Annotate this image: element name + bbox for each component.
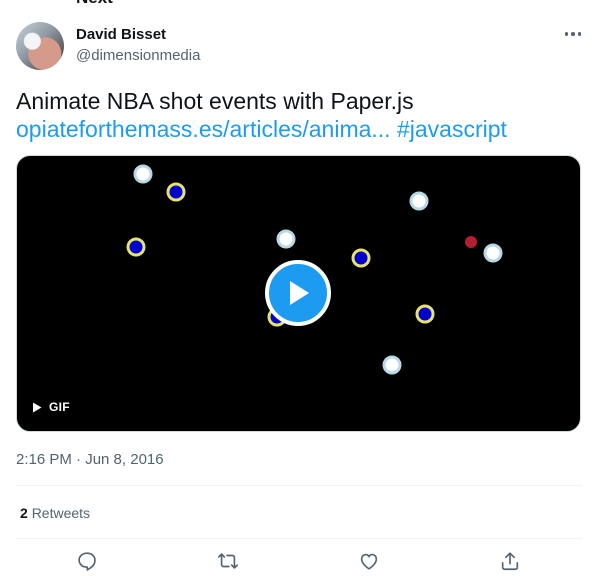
tweet-link[interactable]: opiateforthemass.es/articles/anima... <box>16 116 391 142</box>
retweets-stat[interactable]: 2 Retweets <box>20 505 90 521</box>
more-options-button[interactable] <box>560 24 586 44</box>
tweet-timestamp[interactable]: 2:16 PM · Jun 8, 2016 <box>16 451 164 468</box>
author-handle[interactable]: @dimensionmedia <box>76 47 200 64</box>
share-icon <box>501 552 519 571</box>
shot-marker-white <box>409 191 429 211</box>
shot-marker-blue <box>351 248 371 268</box>
shot-marker-blue <box>415 304 435 324</box>
shot-marker-white <box>382 355 402 375</box>
play-small-icon <box>33 402 42 412</box>
reply-button[interactable] <box>74 548 100 574</box>
shot-marker-red <box>465 236 477 248</box>
shot-marker-blue <box>166 182 186 202</box>
avatar[interactable] <box>16 22 64 70</box>
like-button[interactable] <box>356 548 382 574</box>
action-bar <box>0 548 598 576</box>
shot-marker-blue <box>126 237 146 257</box>
tweet-body: Animate NBA shot events with Paper.js <box>16 88 414 114</box>
share-button[interactable] <box>497 548 523 574</box>
shot-marker-white <box>276 229 296 249</box>
divider <box>16 485 582 486</box>
reply-icon <box>78 552 96 571</box>
heart-icon <box>360 553 378 570</box>
shot-marker-white <box>133 164 153 184</box>
retweet-icon <box>218 553 238 569</box>
divider <box>16 538 582 539</box>
retweet-button[interactable] <box>215 548 241 574</box>
play-icon <box>290 281 309 305</box>
previous-tweet-cut-text: Next <box>76 0 113 8</box>
gif-badge: GIF <box>32 400 70 414</box>
play-button[interactable] <box>265 260 331 326</box>
gif-label: GIF <box>49 400 70 414</box>
retweet-count: 2 <box>20 505 28 521</box>
tweet-text: Animate NBA shot events with Paper.js op… <box>16 87 586 143</box>
hashtag-link[interactable]: #javascript <box>397 116 507 142</box>
author-display-name[interactable]: David Bisset <box>76 26 166 43</box>
more-horizontal-icon <box>564 32 582 36</box>
shot-marker-white <box>483 243 503 263</box>
retweet-label: Retweets <box>31 505 91 521</box>
